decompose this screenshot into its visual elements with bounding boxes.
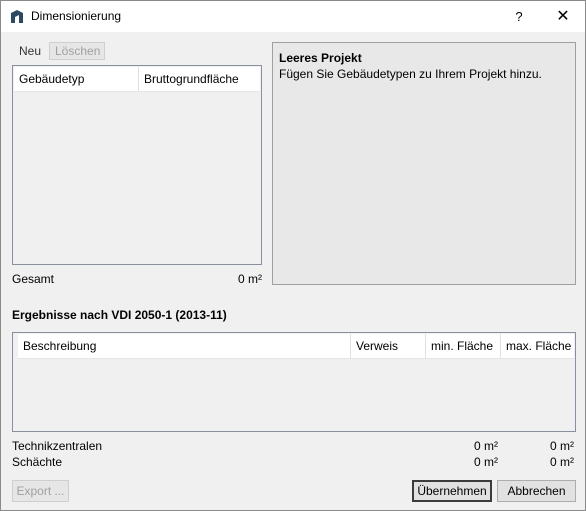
cancel-button[interactable]: Abbrechen	[497, 480, 576, 502]
delete-button[interactable]: Löschen	[49, 42, 105, 60]
new-button[interactable]: Neu	[14, 43, 46, 61]
info-panel: Leeres Projekt Fügen Sie Gebäudetypen zu…	[272, 42, 576, 285]
column-header-verweis[interactable]: Verweis	[351, 334, 425, 358]
total-label: Gesamt	[12, 272, 55, 286]
building-type-list[interactable]: Gebäudetyp Bruttogrundfläche	[12, 65, 262, 265]
summary-max-schaechte: 0 m²	[550, 455, 574, 469]
building-list-header: Gebäudetyp Bruttogrundfläche	[14, 67, 260, 92]
results-section-title: Ergebnisse nach VDI 2050-1 (2013-11)	[12, 308, 227, 322]
app-logo-icon	[11, 10, 23, 23]
column-header-gebaeudetyp[interactable]: Gebäudetyp	[14, 67, 138, 91]
summary-max-technikzentralen: 0 m²	[550, 439, 574, 453]
results-table[interactable]: Beschreibung Verweis min. Fläche max. Fl…	[12, 332, 576, 432]
summary-label-technikzentralen: Technikzentralen	[12, 439, 103, 453]
close-button[interactable]: ✕	[541, 1, 585, 32]
summary-min-technikzentralen: 0 m²	[474, 439, 498, 453]
column-header-beschreibung[interactable]: Beschreibung	[18, 334, 350, 358]
window-title: Dimensionierung	[31, 9, 122, 23]
column-header-bruttogrundflaeche[interactable]: Bruttogrundfläche	[139, 67, 260, 91]
title-bar: Dimensionierung ? ✕	[1, 1, 585, 32]
apply-button[interactable]: Übernehmen	[412, 480, 492, 502]
dimensionierung-dialog: Dimensionierung ? ✕ Neu Löschen Gebäudet…	[0, 0, 586, 511]
help-button[interactable]: ?	[497, 1, 541, 32]
column-header-min-flaeche[interactable]: min. Fläche	[426, 334, 500, 358]
results-table-header: Beschreibung Verweis min. Fläche max. Fl…	[18, 334, 574, 359]
info-title: Leeres Projekt	[279, 51, 362, 65]
column-header-max-flaeche[interactable]: max. Fläche	[501, 334, 574, 358]
export-button[interactable]: Export ...	[12, 480, 69, 502]
summary-min-schaechte: 0 m²	[474, 455, 498, 469]
total-value: 0 m²	[238, 272, 262, 286]
summary-label-schaechte: Schächte	[12, 455, 63, 469]
info-text: Fügen Sie Gebäudetypen zu Ihrem Projekt …	[279, 67, 542, 81]
